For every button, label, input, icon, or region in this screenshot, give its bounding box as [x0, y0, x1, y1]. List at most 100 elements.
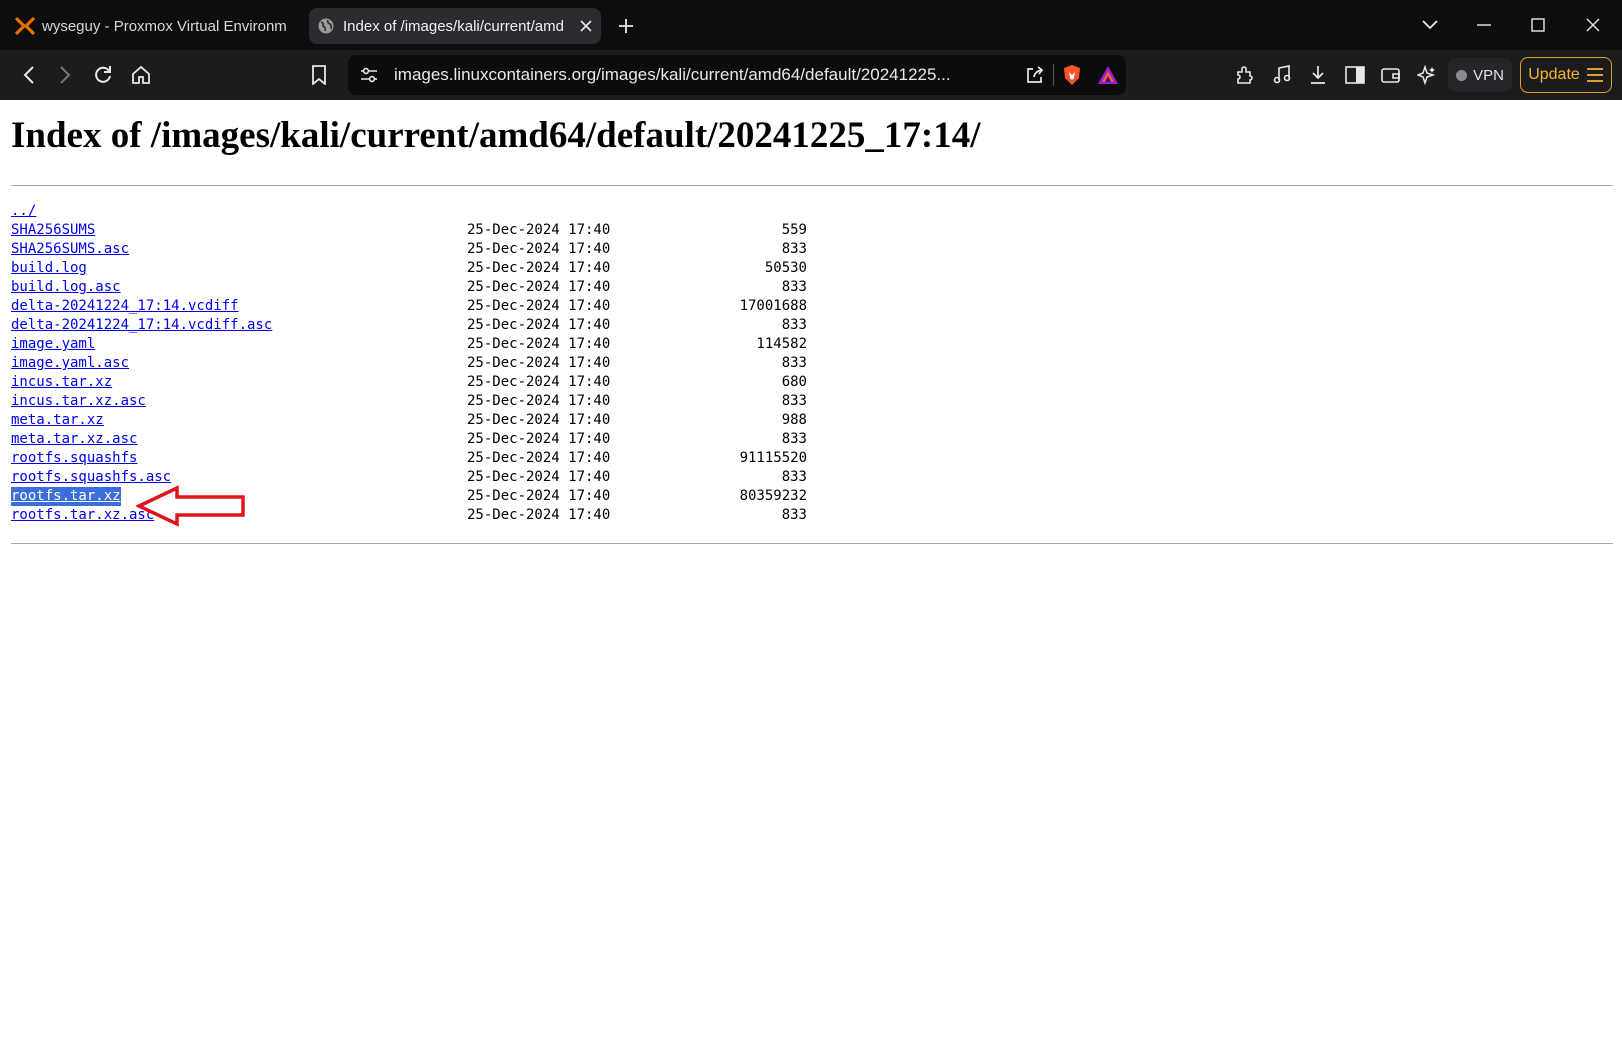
file-size: 833	[781, 431, 807, 447]
leo-ai-icon[interactable]	[1412, 60, 1442, 90]
vpn-label: VPN	[1473, 66, 1504, 84]
file-size: 559	[781, 222, 807, 238]
maximize-icon[interactable]	[1521, 10, 1555, 40]
bottom-divider	[11, 543, 1613, 544]
file-date: 25-Dec-2024 17:40	[467, 317, 611, 333]
tab-proxmox[interactable]: wyseguy - Proxmox Virtual Environm	[8, 8, 300, 44]
file-size: 91115520	[739, 450, 807, 466]
file-date: 25-Dec-2024 17:40	[467, 279, 611, 295]
file-link[interactable]: delta-20241224_17:14.vcdiff	[11, 297, 239, 316]
file-date: 25-Dec-2024 17:40	[467, 222, 611, 238]
file-size: 833	[781, 355, 807, 371]
downloads-icon[interactable]	[1303, 60, 1333, 90]
vpn-status-icon	[1456, 69, 1468, 81]
page-title: Index of /images/kali/current/amd64/defa…	[11, 115, 981, 156]
file-link[interactable]: meta.tar.xz.asc	[11, 430, 137, 449]
back-icon[interactable]	[12, 58, 46, 92]
new-tab-button[interactable]	[612, 12, 640, 40]
file-size: 114582	[756, 336, 807, 352]
vpn-button[interactable]: VPN	[1448, 58, 1512, 92]
home-icon[interactable]	[124, 58, 158, 92]
file-size: 833	[781, 393, 807, 409]
file-date: 25-Dec-2024 17:40	[467, 393, 611, 409]
list-item: image.yaml.asc 25-Dec-2024 17:40 833	[11, 354, 911, 373]
file-link[interactable]: rootfs.squashfs	[11, 449, 137, 468]
file-size: 833	[781, 279, 807, 295]
address-bar[interactable]: images.linuxcontainers.org/images/kali/c…	[348, 55, 1126, 95]
minimize-icon[interactable]	[1467, 10, 1501, 40]
tab-search-chevron-icon[interactable]	[1413, 10, 1447, 40]
file-size: 680	[781, 374, 807, 390]
file-link[interactable]: image.yaml.asc	[11, 354, 129, 373]
file-size: 833	[781, 241, 807, 257]
parent-directory-link[interactable]: ../	[11, 202, 36, 221]
file-date: 25-Dec-2024 17:40	[467, 241, 611, 257]
file-date: 25-Dec-2024 17:40	[467, 507, 611, 523]
file-date: 25-Dec-2024 17:40	[467, 412, 611, 428]
update-button[interactable]: Update	[1520, 57, 1612, 93]
browser-toolbar: images.linuxcontainers.org/images/kali/c…	[0, 50, 1622, 100]
bookmark-icon[interactable]	[302, 58, 336, 92]
list-item: meta.tar.xz 25-Dec-2024 17:40 988	[11, 411, 911, 430]
file-size: 988	[781, 412, 807, 428]
list-item: delta-20241224_17:14.vcdiff 25-Dec-2024 1…	[11, 297, 911, 316]
file-date: 25-Dec-2024 17:40	[467, 336, 611, 352]
file-link[interactable]: meta.tar.xz	[11, 411, 104, 430]
menu-icon	[1586, 68, 1603, 82]
list-item: image.yaml 25-Dec-2024 17:40 114582	[11, 335, 911, 354]
file-date: 25-Dec-2024 17:40	[467, 298, 611, 314]
file-date: 25-Dec-2024 17:40	[467, 355, 611, 371]
sidebar-icon[interactable]	[1340, 60, 1370, 90]
list-item: build.log.asc 25-Dec-2024 17:40 833	[11, 278, 911, 297]
close-window-icon[interactable]	[1576, 10, 1610, 40]
file-link[interactable]: delta-20241224_17:14.vcdiff.asc	[11, 316, 272, 335]
list-item: incus.tar.xz.asc 25-Dec-2024 17:40 833	[11, 392, 911, 411]
file-size: 833	[781, 317, 807, 333]
brave-shields-icon[interactable]	[1054, 55, 1090, 95]
extensions-icon[interactable]	[1230, 60, 1260, 90]
file-link[interactable]: SHA256SUMS	[11, 221, 95, 240]
file-link[interactable]: incus.tar.xz.asc	[11, 392, 146, 411]
tab-title: Index of /images/kali/current/amd	[343, 17, 564, 35]
file-size: 50530	[764, 260, 807, 276]
list-item: delta-20241224_17:14.vcdiff.asc 25-Dec-20…	[11, 316, 911, 335]
brave-rewards-icon[interactable]	[1090, 55, 1126, 95]
site-settings-icon[interactable]	[348, 55, 390, 95]
wallet-icon[interactable]	[1376, 60, 1406, 90]
globe-icon	[309, 8, 343, 44]
file-link[interactable]: build.log.asc	[11, 278, 121, 297]
file-link[interactable]: rootfs.tar.xz.asc	[11, 506, 154, 525]
url-text[interactable]: images.linuxcontainers.org/images/kali/c…	[390, 65, 1017, 85]
list-item: SHA256SUMS.asc 25-Dec-2024 17:40 833	[11, 240, 911, 259]
file-date: 25-Dec-2024 17:40	[467, 488, 611, 504]
file-size: 833	[781, 507, 807, 523]
file-date: 25-Dec-2024 17:40	[467, 469, 611, 485]
forward-icon[interactable]	[48, 58, 82, 92]
file-link[interactable]: image.yaml	[11, 335, 95, 354]
list-item: SHA256SUMS 25-Dec-2024 17:40 559	[11, 221, 911, 240]
share-icon[interactable]	[1017, 55, 1053, 95]
tab-index[interactable]: Index of /images/kali/current/amd	[309, 8, 601, 44]
tab-title: wyseguy - Proxmox Virtual Environm	[42, 17, 287, 35]
media-icon[interactable]	[1267, 60, 1297, 90]
file-listing: ../ SHA256SUMS 25-Dec-2024 17:40 559 SHA256…	[11, 202, 911, 525]
file-link[interactable]: rootfs.tar.xz	[11, 487, 121, 506]
proxmox-icon	[8, 8, 42, 44]
file-date: 25-Dec-2024 17:40	[467, 450, 611, 466]
close-tab-icon[interactable]	[571, 8, 601, 44]
reload-icon[interactable]	[86, 58, 120, 92]
list-item: meta.tar.xz.asc 25-Dec-2024 17:40 833	[11, 430, 911, 449]
file-link[interactable]: incus.tar.xz	[11, 373, 112, 392]
file-size: 833	[781, 469, 807, 485]
file-link[interactable]: SHA256SUMS.asc	[11, 240, 129, 259]
tab-strip: wyseguy - Proxmox Virtual Environm Index…	[0, 0, 1622, 50]
list-item: build.log 25-Dec-2024 17:40 50530	[11, 259, 911, 278]
list-item: ../	[11, 202, 911, 221]
update-label: Update	[1528, 66, 1580, 83]
list-item: rootfs.squashfs 25-Dec-2024 17:40 91115520	[11, 449, 911, 468]
page-content: Index of /images/kali/current/amd64/defa…	[0, 100, 1622, 1057]
list-item: incus.tar.xz 25-Dec-2024 17:40 680	[11, 373, 911, 392]
file-size: 17001688	[739, 298, 807, 314]
top-divider	[11, 185, 1613, 186]
file-link[interactable]: build.log	[11, 259, 87, 278]
